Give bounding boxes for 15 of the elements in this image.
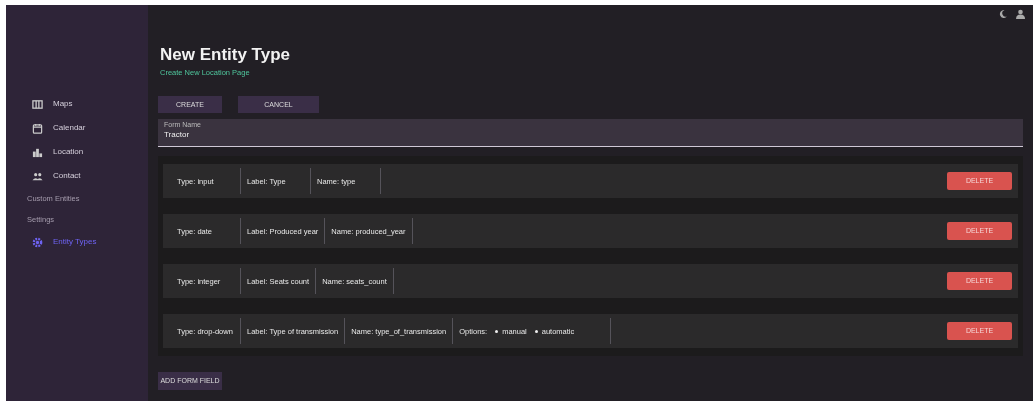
- moon-icon[interactable]: [998, 9, 1008, 19]
- page-title: New Entity Type: [160, 45, 292, 65]
- gear-icon: [32, 236, 43, 248]
- map-icon: [32, 98, 43, 110]
- people-icon: [32, 170, 43, 182]
- field-value: Tractor: [164, 129, 191, 141]
- bullet-icon: [495, 329, 499, 333]
- sidebar-item[interactable]: Location: [6, 140, 148, 164]
- bullet-icon: [534, 329, 538, 333]
- sidebar-item[interactable]: Calendar: [6, 116, 148, 140]
- user-icon[interactable]: [1016, 9, 1025, 19]
- sidebar-item[interactable]: Maps: [6, 92, 148, 116]
- calendar-icon: [32, 122, 43, 134]
- bar-chart-icon: [32, 146, 43, 158]
- sidebar-item[interactable]: Contact: [6, 164, 148, 188]
